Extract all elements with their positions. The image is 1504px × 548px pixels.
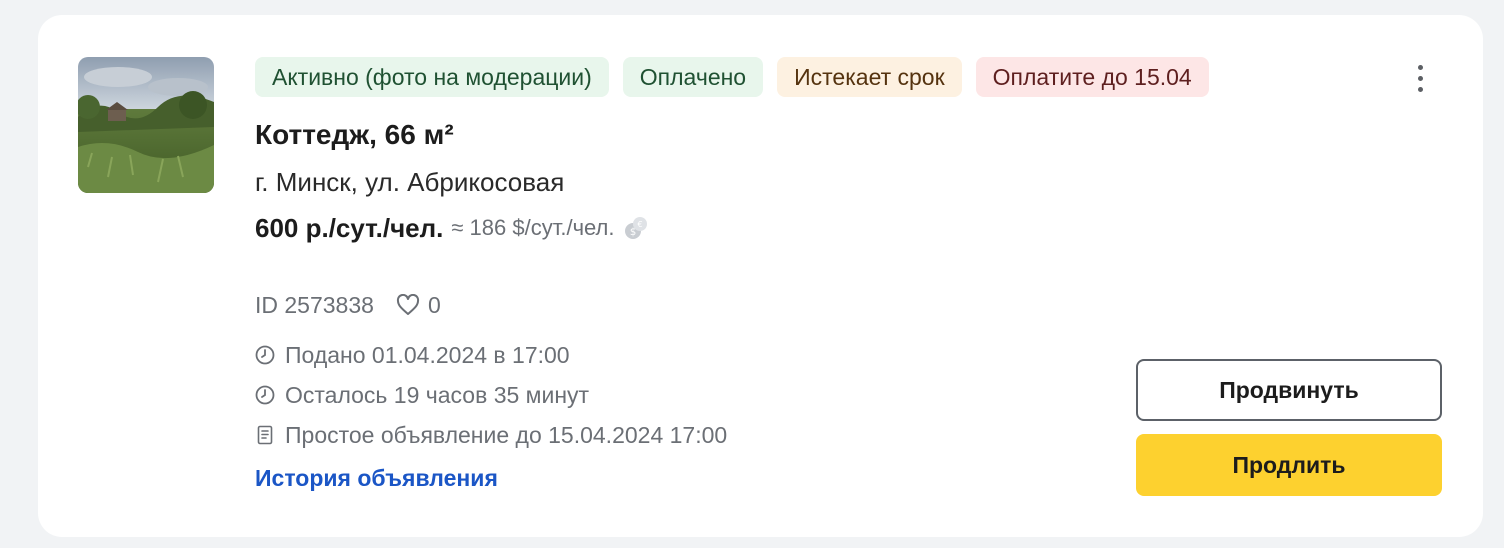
extend-button[interactable]: Продлить	[1136, 434, 1442, 496]
info-submitted: Подано 01.04.2024 в 17:00	[255, 335, 1135, 375]
submitted-text: Подано 01.04.2024 в 17:00	[285, 341, 570, 368]
heart-icon	[396, 294, 419, 315]
info-plan: Простое объявление до 15.04.2024 17:00	[255, 415, 1135, 455]
promote-button[interactable]: Продвинуть	[1136, 359, 1442, 421]
document-icon	[257, 425, 273, 445]
likes-counter: 0	[396, 292, 441, 319]
svg-text:€: €	[637, 220, 642, 229]
clock-icon	[255, 385, 275, 405]
photo-image	[78, 57, 214, 193]
status-badge-pay-until: Оплатите до 15.04	[975, 57, 1209, 97]
info-list: Подано 01.04.2024 в 17:00 Осталось 19 ча…	[255, 335, 1135, 455]
listing-title[interactable]: Коттедж, 66 м²	[255, 119, 1135, 153]
listing-id: ID 2573838	[255, 291, 374, 318]
meta-row: ID 2573838 0	[255, 289, 1135, 321]
history-link[interactable]: История объявления	[255, 465, 498, 492]
price-approx: ≈ 186 $/сут./чел.	[451, 215, 615, 240]
remaining-text: Осталось 19 часов 35 минут	[285, 381, 590, 408]
price-main: 600 р./сут./чел.	[255, 212, 444, 243]
likes-count: 0	[427, 291, 441, 318]
status-badge-expiring: Истекает срок	[777, 57, 962, 97]
listing-photo[interactable]	[78, 57, 214, 193]
svg-text:$: $	[629, 227, 635, 238]
listing-content: Активно (фото на модерации) Оплачено Ист…	[255, 57, 1209, 492]
status-badge-paid: Оплачено	[622, 57, 764, 97]
listing-address: г. Минск, ул. Абрикосовая	[255, 167, 565, 197]
plan-text: Простое объявление до 15.04.2024 17:00	[285, 421, 728, 448]
listing-card: Активно (фото на модерации) Оплачено Ист…	[38, 15, 1483, 537]
price-row: 600 р./сут./чел. ≈ 186 $/сут./чел. $ €	[255, 211, 1135, 245]
clock-icon	[255, 345, 275, 365]
more-vertical-icon[interactable]	[1406, 60, 1434, 96]
currency-exchange-icon[interactable]: $ €	[623, 215, 649, 241]
info-remaining: Осталось 19 часов 35 минут	[255, 375, 1135, 415]
status-badges: Активно (фото на модерации) Оплачено Ист…	[255, 57, 1209, 97]
status-badge-active: Активно (фото на модерации)	[255, 57, 609, 97]
